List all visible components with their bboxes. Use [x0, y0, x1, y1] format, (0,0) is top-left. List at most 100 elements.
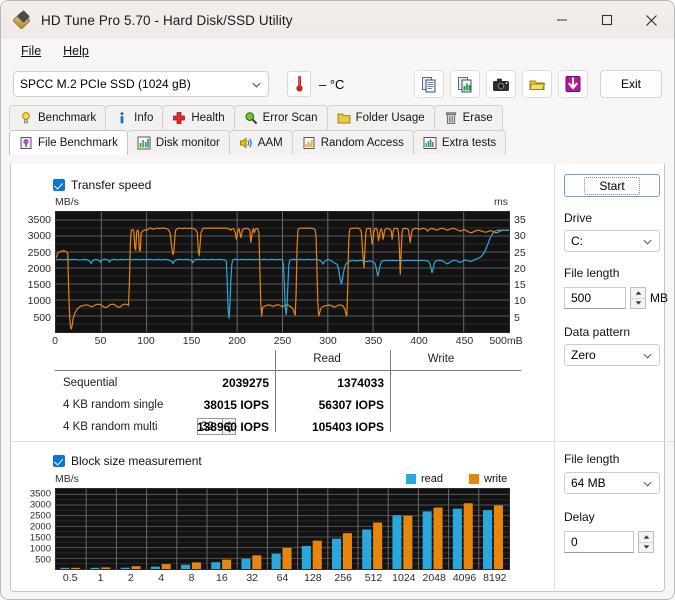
start-button[interactable]: Start [564, 174, 660, 197]
data-pattern-dropdown[interactable]: Zero [564, 344, 660, 366]
tab-benchmark-label: Benchmark [38, 112, 97, 124]
folder-icon [337, 113, 351, 124]
drive-select-value: SPCC M.2 PCIe SSD (1024 gB) [20, 77, 191, 91]
sequential-write-value: 1374033 [337, 376, 384, 390]
transfer-xtick: 450 [455, 335, 474, 347]
transfer-ytick: 3500 [27, 214, 51, 227]
transfer-xtick: 250 [273, 335, 292, 347]
menu-item-help[interactable]: Help [53, 42, 99, 60]
block-ylabel: MB/s [55, 473, 79, 485]
file-length-value: 500 [564, 287, 626, 309]
random-single-read-value: 38015 IOPS [203, 398, 269, 412]
block-size-checkbox[interactable]: Block size measurement [53, 454, 202, 468]
tab-error-scan-label: Error Scan [262, 112, 318, 124]
minimize-button[interactable] [539, 1, 584, 39]
row-label-random-multi: 4 KB random multi [63, 421, 158, 433]
tab-folder-usage[interactable]: Folder Usage [326, 105, 435, 130]
drive-select[interactable]: SPCC M.2 PCIe SSD (1024 gB) [13, 71, 269, 97]
block-xtick: 8 [188, 572, 195, 584]
transfer-xtick: 400 [410, 335, 428, 347]
row-label-sequential: Sequential [63, 377, 118, 389]
file-length-field[interactable]: 500 MB [564, 287, 668, 309]
tab-extra-tests[interactable]: Extra tests [412, 130, 507, 155]
delay-down[interactable] [639, 541, 653, 553]
file-length-up[interactable] [631, 288, 645, 298]
chevron-down-icon [643, 481, 652, 487]
transfer-y2-axis: 35 30 25 20 15 10 5 [514, 211, 554, 333]
block-xtick: 64 [276, 572, 289, 584]
file-length-down[interactable] [631, 297, 645, 309]
block-xtick: 128 [304, 572, 322, 584]
chevron-down-icon [643, 239, 652, 245]
tab-health-label: Health [191, 112, 225, 124]
tab-erase[interactable]: Erase [433, 105, 503, 130]
transfer-ytick: 2000 [27, 262, 51, 275]
file-benchmark-panel: Transfer speed MB/s ms 3500 3000 2500 2000 1… [10, 164, 674, 593]
file-length-label: File length [564, 266, 620, 280]
block-ytick: 3500 [29, 488, 51, 500]
hd-tune-window: HD Tune Pro 5.70 - Hard Disk/SSD Utility… [0, 0, 675, 600]
tab-benchmark[interactable]: Benchmark [9, 105, 107, 130]
delay-field[interactable]: 0 [564, 531, 660, 553]
window-controls [539, 1, 674, 39]
tab-error-scan[interactable]: Error Scan [233, 105, 328, 130]
panel-divider [554, 164, 555, 593]
transfer-xtick: 0 [52, 335, 58, 347]
checkbox-icon [53, 455, 65, 467]
block-ytick: 2500 [29, 510, 51, 522]
maximize-button[interactable] [584, 1, 629, 39]
transfer-ytick: 1500 [27, 279, 51, 292]
menu-item-file[interactable]: File [11, 42, 51, 60]
block-xtick: 16 [215, 572, 228, 584]
trash-icon [445, 112, 456, 124]
download-arrow-icon[interactable] [558, 70, 588, 98]
tab-health[interactable]: Health [162, 105, 235, 130]
delay-stepper[interactable] [638, 531, 654, 553]
tab-random-access[interactable]: Random Access [291, 130, 414, 155]
results-table: Read Write Sequential 2039275 1374033 4 … [11, 350, 531, 435]
tab-file-benchmark[interactable]: File Benchmark [9, 130, 128, 155]
transfer-speed-label: Transfer speed [71, 178, 152, 192]
block-file-length-dropdown[interactable]: 64 MB [564, 472, 660, 494]
close-button[interactable] [629, 1, 674, 39]
random-single-write-value: 56307 IOPS [318, 398, 384, 412]
start-button-label: Start [584, 176, 640, 195]
random-multi-write-value: 105403 IOPS [311, 420, 384, 434]
tab-disk-monitor[interactable]: Disk monitor [126, 130, 230, 155]
block-xtick: 1 [97, 572, 104, 584]
tab-info[interactable]: Info [105, 105, 164, 130]
transfer-y2label: ms [494, 196, 508, 208]
delay-up[interactable] [639, 532, 653, 542]
thermometer-icon [287, 71, 311, 97]
transfer-y2tick: 35 [514, 214, 526, 227]
block-x-axis: 0.5 1 2 4 8 16 32 64 128 256 512 1024 2048 4096 8192 [55, 572, 510, 588]
folder-gold-icon[interactable] [522, 70, 552, 98]
exit-button[interactable]: Exit [600, 70, 662, 98]
window-title: HD Tune Pro 5.70 - Hard Disk/SSD Utility [41, 12, 293, 28]
block-xtick: 0.5 [62, 572, 78, 584]
transfer-speed-graph [55, 211, 510, 333]
copy-graph-icon[interactable] [450, 70, 480, 98]
magnifier-icon [245, 112, 257, 125]
block-ytick: 1000 [29, 543, 51, 555]
row-label-random-single: 4 KB random single [63, 399, 164, 411]
drive-dropdown[interactable]: C: [564, 230, 660, 252]
delay-label: Delay [564, 510, 595, 524]
transfer-y2tick: 15 [514, 279, 526, 292]
tab-aam[interactable]: AAM [228, 130, 293, 155]
file-length-stepper[interactable] [630, 287, 646, 309]
transfer-speed-checkbox[interactable]: Transfer speed [53, 178, 151, 192]
block-size-label: Block size measurement [71, 454, 202, 468]
transfer-xtick: 300 [319, 335, 337, 347]
block-size-graph [55, 488, 510, 570]
block-file-length-label: File length [564, 452, 620, 466]
speaker-icon [239, 137, 252, 149]
camera-icon[interactable] [486, 70, 516, 98]
legend-read: read [406, 473, 443, 485]
info-icon [120, 112, 124, 124]
drive-label: Drive [564, 211, 593, 225]
file-bench-icon [20, 137, 32, 149]
tab-folder-usage-label: Folder Usage [355, 112, 425, 124]
copy-report-icon[interactable] [414, 70, 444, 98]
transfer-y2tick: 20 [514, 262, 526, 275]
